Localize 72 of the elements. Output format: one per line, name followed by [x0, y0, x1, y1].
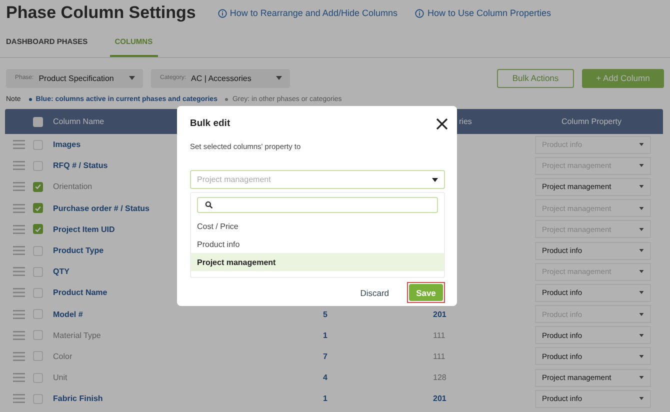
categories-count: 111	[433, 352, 446, 361]
help-link[interactable]: How to Use Column Properties	[415, 8, 552, 18]
categories-count: 111	[433, 330, 446, 340]
close-icon[interactable]	[436, 118, 448, 130]
row-checkbox[interactable]	[33, 203, 43, 214]
column-header: ries	[459, 117, 472, 126]
page-title: Phase Column Settings	[6, 3, 196, 23]
dialog-title: Bulk edit	[190, 118, 230, 129]
select-all-checkbox[interactable]	[33, 116, 43, 126]
caret-icon	[639, 206, 644, 210]
drag-handle-icon[interactable]	[13, 310, 25, 319]
caret-icon	[639, 164, 644, 168]
column-name: Unit	[53, 373, 68, 382]
caret-icon	[639, 397, 644, 400]
caret-icon	[639, 249, 644, 252]
phases-count: 5	[323, 310, 328, 319]
caret-icon	[639, 376, 644, 380]
column-name: Product Type	[53, 246, 104, 256]
phases-count: 1	[323, 330, 328, 340]
caret-icon	[639, 270, 644, 274]
column-name: Color	[53, 352, 72, 361]
info-icon	[415, 8, 424, 18]
caret-icon	[639, 291, 644, 294]
column-header: Column Property	[561, 117, 622, 126]
drag-handle-icon[interactable]	[13, 267, 25, 276]
column-name: Purchase order # / Status	[53, 204, 150, 213]
info-icon	[218, 8, 227, 18]
dropdown-option[interactable]: Cost / Price	[191, 217, 444, 235]
column-name: Product Name	[53, 288, 108, 298]
caret-icon	[129, 76, 135, 80]
drag-handle-icon[interactable]	[13, 224, 25, 234]
caret-icon	[639, 185, 644, 188]
discard-button[interactable]: Discard	[354, 286, 395, 298]
row-checkbox[interactable]	[33, 224, 43, 234]
column-header: Column Name	[53, 117, 104, 126]
caret-icon	[432, 178, 438, 182]
drag-handle-icon[interactable]	[13, 182, 25, 192]
caret-icon	[276, 76, 282, 80]
phases-count: 4	[323, 373, 328, 382]
column-name: Images	[53, 140, 81, 150]
drag-handle-icon[interactable]	[13, 161, 25, 170]
column-name: Project Item UID	[53, 224, 115, 234]
help-link[interactable]: How to Rearrange and Add/Hide Columns	[218, 8, 398, 18]
column-name: Material Type	[53, 330, 101, 340]
drag-handle-icon[interactable]	[13, 373, 25, 382]
search-icon	[205, 201, 213, 209]
caret-icon	[639, 354, 644, 358]
column-name: Model #	[53, 310, 83, 319]
drag-handle-icon[interactable]	[13, 246, 25, 256]
caret-icon	[639, 334, 644, 337]
search-field[interactable]	[197, 197, 438, 213]
row-checkbox[interactable]	[33, 182, 43, 192]
categories-count: 201	[433, 394, 446, 404]
caret-icon	[639, 228, 644, 231]
drag-handle-icon[interactable]	[13, 330, 25, 340]
caret-icon	[639, 312, 644, 316]
categories-count: 201	[433, 310, 446, 319]
phases-count: 7	[323, 352, 328, 361]
column-name: Orientation	[53, 182, 92, 192]
drag-handle-icon[interactable]	[13, 352, 25, 361]
dropdown-option[interactable]: Project management	[191, 253, 444, 271]
categories-count: 128	[433, 373, 446, 382]
drag-handle-icon[interactable]	[13, 288, 25, 298]
column-name: Fabric Finish	[53, 394, 103, 404]
column-name: RFQ # / Status	[53, 161, 108, 170]
drag-handle-icon[interactable]	[13, 204, 25, 213]
caret-icon	[639, 143, 644, 146]
drag-handle-icon[interactable]	[13, 394, 25, 404]
phases-count: 1	[323, 394, 328, 404]
drag-handle-icon[interactable]	[13, 140, 25, 150]
dropdown-option[interactable]: Product info	[191, 235, 444, 253]
column-name: QTY	[53, 267, 70, 276]
